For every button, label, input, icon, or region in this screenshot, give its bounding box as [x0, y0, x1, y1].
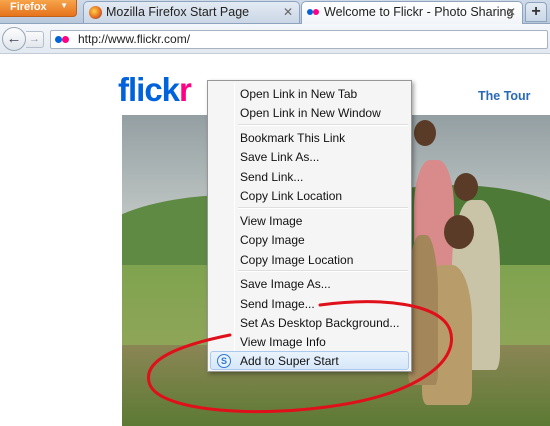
menu-item-send-image[interactable]: Send Image... — [210, 294, 409, 313]
menu-item-view-image[interactable]: View Image — [210, 211, 409, 230]
photo-child-head — [454, 173, 478, 201]
navigation-bar: ← → http://www.flickr.com/ — [0, 24, 550, 54]
menu-item-save-image-as[interactable]: Save Image As... — [210, 274, 409, 293]
super-start-icon: S — [217, 354, 231, 368]
firefox-menu-label: Firefox — [10, 1, 47, 13]
menu-item-copy-link-location[interactable]: Copy Link Location — [210, 186, 409, 205]
logo-text-blue: flick — [118, 71, 180, 108]
photo-child — [408, 235, 438, 385]
menu-item-save-link-as[interactable]: Save Link As... — [210, 147, 409, 166]
menu-separator — [238, 124, 408, 126]
menu-item-add-to-super-start[interactable]: S Add to Super Start — [210, 351, 409, 370]
firefox-icon — [89, 6, 102, 19]
menu-item-view-image-info[interactable]: View Image Info — [210, 332, 409, 351]
menu-item-copy-image[interactable]: Copy Image — [210, 230, 409, 249]
firefox-menu-button[interactable]: Firefox ▼ — [0, 0, 77, 17]
menu-item-send-link[interactable]: Send Link... — [210, 167, 409, 186]
new-tab-button[interactable]: + — [525, 2, 547, 22]
flickr-logo[interactable]: flickr — [118, 71, 192, 108]
forward-button[interactable]: → — [26, 31, 44, 48]
context-menu: Open Link in New Tab Open Link in New Wi… — [207, 80, 412, 372]
back-button[interactable]: ← — [2, 27, 26, 51]
menu-separator — [238, 270, 408, 272]
dropdown-caret-icon: ▼ — [60, 1, 68, 10]
tab-bar: Firefox ▼ Mozilla Firefox Start Page ✕ W… — [0, 0, 550, 24]
menu-item-open-link-new-window[interactable]: Open Link in New Window — [210, 103, 409, 122]
flickr-icon — [307, 6, 320, 19]
close-icon[interactable]: ✕ — [506, 5, 516, 19]
menu-item-open-link-new-tab[interactable]: Open Link in New Tab — [210, 84, 409, 103]
menu-item-set-desktop-background[interactable]: Set As Desktop Background... — [210, 313, 409, 332]
the-tour-link[interactable]: The Tour — [478, 89, 531, 103]
photo-child-head — [414, 120, 436, 146]
menu-item-copy-image-location[interactable]: Copy Image Location — [210, 250, 409, 269]
site-identity-icon[interactable] — [55, 34, 71, 45]
url-text: http://www.flickr.com/ — [78, 32, 191, 46]
menu-item-label: Add to Super Start — [240, 354, 339, 368]
menu-separator — [238, 207, 408, 209]
close-icon[interactable]: ✕ — [283, 5, 293, 19]
forward-arrow-icon: → — [29, 33, 40, 45]
tab-mozilla-start[interactable]: Mozilla Firefox Start Page ✕ — [83, 1, 300, 23]
tab-title: Mozilla Firefox Start Page — [106, 5, 250, 19]
tab-flickr[interactable]: Welcome to Flickr - Photo Sharing ✕ — [301, 1, 523, 24]
photo-child-head — [444, 215, 474, 249]
tab-title: Welcome to Flickr - Photo Sharing — [324, 5, 514, 19]
back-arrow-icon: ← — [6, 30, 22, 47]
menu-item-bookmark-link[interactable]: Bookmark This Link — [210, 128, 409, 147]
logo-text-pink: r — [179, 71, 192, 108]
address-bar[interactable]: http://www.flickr.com/ — [50, 30, 548, 49]
